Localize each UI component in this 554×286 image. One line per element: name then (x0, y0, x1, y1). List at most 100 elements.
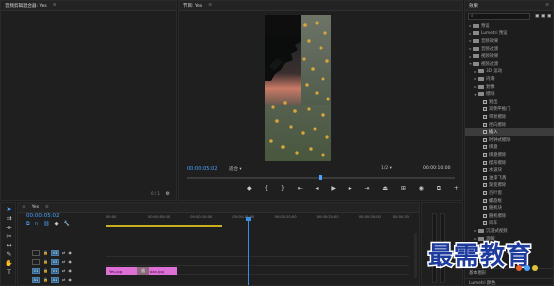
eye-icon[interactable]: ◉ (68, 268, 72, 274)
track-select-tool-icon[interactable]: ⇉ (6, 216, 11, 222)
panel-menu-icon[interactable]: ≡ (208, 3, 212, 8)
scrub-playhead[interactable] (319, 175, 322, 180)
linked-selection-icon[interactable]: ⛓ (43, 221, 49, 227)
panel-menu-icon[interactable]: ≡ (545, 3, 549, 8)
nest-icon[interactable]: ⧉ (26, 221, 30, 227)
effects-folder[interactable]: ▸ 内滑 (465, 75, 554, 83)
comparison-view-icon[interactable]: ⧉ (437, 186, 441, 192)
type-tool-icon[interactable]: T (7, 270, 11, 276)
play-icon[interactable]: ▶ (331, 186, 336, 192)
panel-menu-icon[interactable]: ≡ (45, 205, 49, 210)
sync-lock-icon[interactable]: ⇄ (62, 268, 65, 274)
resolution-dropdown[interactable]: 1/2 ▾ (381, 166, 392, 171)
eye-icon[interactable]: ◉ (68, 259, 72, 265)
export-frame-icon[interactable]: ◉ (419, 186, 424, 192)
effects-item[interactable]: 百叶窗 (465, 189, 554, 197)
lock-icon[interactable]: 🔒 (43, 259, 48, 265)
track-target-button[interactable]: A1 (50, 277, 59, 283)
timeline-clip[interactable]: aaa.jpg (146, 267, 178, 275)
effects-folder[interactable]: ▾ 视频过渡 (465, 60, 554, 68)
effects-item[interactable]: 插入 (465, 128, 554, 136)
effects-folder[interactable]: ▸ 3D 运动 (465, 68, 554, 76)
effects-item[interactable]: 时钟式擦除 (465, 136, 554, 144)
tab-audio-clip-mixer[interactable]: 音频剪辑混合器: Yes (5, 3, 47, 9)
marker-icon[interactable]: ◆ (247, 186, 252, 192)
mark-out-icon[interactable]: } (281, 186, 285, 192)
razor-tool-icon[interactable]: ✂ (6, 234, 11, 240)
eye-icon[interactable]: ◉ (68, 250, 72, 256)
effects-item[interactable]: 径向擦除 (465, 121, 554, 129)
effects-item[interactable]: 螺旋框 (465, 197, 554, 205)
timeline-timecode[interactable]: 00:00:05:02 (26, 213, 60, 219)
effects-folder[interactable]: ▸ Lumetri 预设 (465, 30, 554, 38)
slip-tool-icon[interactable]: ↔ (6, 243, 11, 249)
effects-item[interactable]: 带状擦除 (465, 113, 554, 121)
track-header-v3[interactable]: 🔒 V3 ⇄ ◉ (22, 249, 97, 257)
add-marker-icon[interactable]: ◆ (55, 221, 59, 227)
effects-item[interactable]: 油漆飞溅 (465, 174, 554, 182)
program-timecode[interactable]: 00:00:05:02 (187, 166, 218, 172)
track-target-button[interactable]: V3 (50, 250, 59, 256)
panel-menu-icon[interactable]: ≡ (53, 3, 57, 8)
timeline-playhead[interactable] (245, 217, 251, 285)
lift-icon[interactable]: ⏏ (382, 186, 388, 192)
lock-icon[interactable]: 🔒 (43, 268, 48, 274)
effects-folder[interactable]: ▾ 擦除 (465, 90, 554, 98)
fit-dropdown[interactable]: 适合 ▾ (229, 166, 242, 172)
accelerated-effects-icon[interactable]: ▣ (535, 14, 539, 20)
track-target-button[interactable]: V1 (50, 268, 59, 274)
effects-folder[interactable]: ▸ 音频效果 (465, 37, 554, 45)
tab-program-monitor[interactable]: 节目: Yes (183, 3, 202, 9)
source-patch-button[interactable]: A1 (32, 277, 40, 283)
track-target-button[interactable]: V2 (50, 259, 59, 265)
ripple-edit-tool-icon[interactable]: ⟛ (6, 225, 11, 231)
eye-icon[interactable]: ◉ (68, 277, 72, 283)
track-header-v2[interactable]: 🔒 V2 ⇄ ◉ (22, 258, 97, 266)
effects-item[interactable]: 随机块 (465, 204, 554, 212)
timeline-settings-icon[interactable]: 🔧 (63, 221, 69, 227)
hand-tool-icon[interactable]: ✋ (5, 261, 12, 267)
step-forward-icon[interactable]: ▸ (349, 186, 352, 192)
work-area-bar[interactable] (106, 225, 222, 227)
step-back-icon[interactable]: ◂ (316, 186, 319, 192)
tab-effects[interactable]: 效果 (469, 3, 478, 9)
wrench-icon[interactable]: ⚙ (166, 191, 170, 197)
yuv-effects-icon[interactable]: ▣ (547, 14, 551, 20)
go-to-in-icon[interactable]: ⇤ (298, 186, 303, 192)
tab-sequence[interactable]: Yes (32, 205, 39, 210)
selection-tool-icon[interactable]: ➤ (6, 207, 11, 213)
mark-in-icon[interactable]: { (264, 186, 268, 192)
lock-icon[interactable]: 🔒 (43, 250, 48, 256)
go-to-out-icon[interactable]: ⇥ (365, 186, 370, 192)
effects-item[interactable]: 水波块 (465, 166, 554, 174)
track-header-a1[interactable]: A1 🔒 A1 ⇄ ◉ (22, 276, 97, 284)
effects-search-input[interactable] (473, 14, 529, 19)
effects-folder[interactable]: ▸ 划像 (465, 83, 554, 91)
add-button-icon[interactable]: + (454, 186, 459, 192)
close-sequence-icon[interactable]: × (22, 205, 26, 210)
source-patch-button[interactable] (32, 250, 40, 256)
track-header-v1[interactable]: V1 🔒 V1 ⇄ ◉ (22, 267, 97, 275)
pen-tool-icon[interactable]: ✎ (6, 252, 11, 258)
effects-item[interactable]: 楔形擦除 (465, 159, 554, 167)
source-patch-button[interactable] (32, 259, 40, 265)
effects-item[interactable]: 划出 (465, 98, 554, 106)
effects-search-box[interactable]: ⌕ (468, 13, 530, 20)
timeline-clip[interactable]: Yes.jpg (106, 267, 140, 275)
effects-item[interactable]: 风车 (465, 220, 554, 228)
effects-folder[interactable]: ▸ 视频效果 (465, 52, 554, 60)
snap-icon[interactable]: ∩ (35, 221, 39, 227)
sync-lock-icon[interactable]: ⇄ (62, 277, 65, 283)
effects-folder[interactable]: ▸ 预设 (465, 22, 554, 30)
effects-folder[interactable]: ▸ 音频过渡 (465, 45, 554, 53)
transition-block[interactable]: 插 (137, 267, 149, 275)
sync-lock-icon[interactable]: ⇄ (62, 250, 65, 256)
timeline-vertical-scrollbar[interactable] (414, 233, 417, 278)
sync-lock-icon[interactable]: ⇄ (62, 259, 65, 265)
32bit-effects-icon[interactable]: ▣ (541, 14, 545, 20)
playhead-handle[interactable] (245, 217, 251, 221)
effects-item[interactable]: 双侧平推门 (465, 106, 554, 114)
effects-item[interactable]: 棋盘擦除 (465, 151, 554, 159)
extract-icon[interactable]: ⊞ (401, 186, 406, 192)
effects-item[interactable]: 渐变擦除 (465, 182, 554, 190)
